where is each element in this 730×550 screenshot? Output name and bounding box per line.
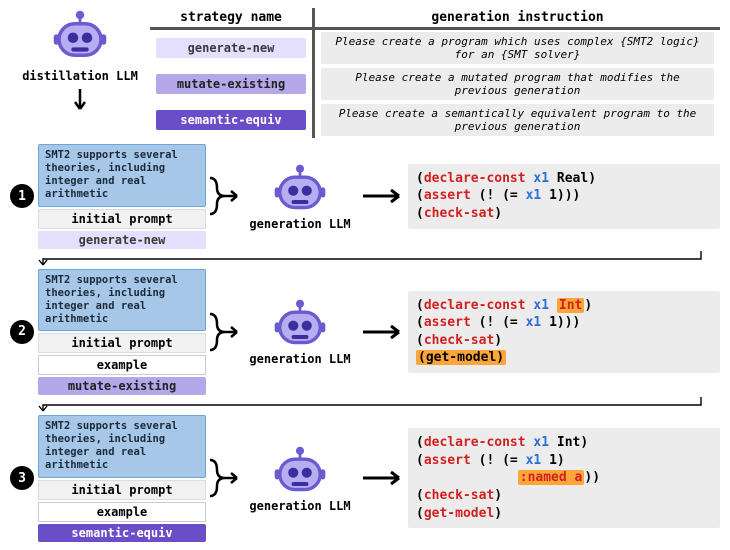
- chip-semantic-equiv: semantic-equiv: [156, 110, 306, 130]
- prompt-blurb: SMT2 supports several theories, includin…: [38, 269, 206, 332]
- strategy-chip: generate-new: [38, 231, 206, 249]
- instruction-text: Please create a program which uses compl…: [321, 32, 714, 64]
- bracket-arrow-icon: [206, 176, 242, 216]
- prompt-card: SMT2 supports several theories, includin…: [38, 144, 206, 249]
- table-row: generate-new Please create a program whi…: [150, 29, 720, 67]
- stage-row: 3SMT2 supports several theories, includi…: [10, 415, 720, 542]
- chip-generate-new: generate-new: [156, 38, 306, 58]
- stage-number: 3: [10, 466, 34, 490]
- generation-llm-block: generation LLM: [242, 444, 358, 513]
- chip-mutate-existing: mutate-existing: [156, 74, 306, 94]
- code-output: (declare-const x1 Int) (assert (! (= x1 …: [408, 291, 720, 373]
- distillation-block: distillation LLM: [10, 8, 150, 120]
- feedback-arrow-icon: [37, 397, 710, 409]
- stage-row: 1SMT2 supports several theories, includi…: [10, 144, 720, 249]
- arrow-right-icon: [358, 322, 408, 342]
- col-header-strategy: strategy name: [150, 8, 314, 29]
- prompt-blurb: SMT2 supports several theories, includin…: [38, 144, 206, 207]
- strategy-chip: semantic-equiv: [38, 524, 206, 542]
- generation-llm-label: generation LLM: [242, 217, 358, 231]
- generation-llm-block: generation LLM: [242, 162, 358, 231]
- stage-number: 2: [10, 320, 34, 344]
- header-row: distillation LLM strategy name generatio…: [10, 8, 720, 138]
- down-arrow-icon: [10, 87, 150, 116]
- arrow-right-icon: [358, 186, 408, 206]
- prompt-card: SMT2 supports several theories, includin…: [38, 269, 206, 396]
- strategy-chip: mutate-existing: [38, 377, 206, 395]
- initial-prompt-label: initial prompt: [38, 333, 206, 353]
- strategy-table: strategy name generation instruction gen…: [150, 8, 720, 138]
- code-output: (declare-const x1 Int) (assert (! (= x1 …: [408, 428, 720, 528]
- generation-llm-label: generation LLM: [242, 352, 358, 366]
- prompt-blurb: SMT2 supports several theories, includin…: [38, 415, 206, 478]
- instruction-text: Please create a mutated program that mod…: [321, 68, 714, 100]
- example-label: example: [38, 502, 206, 522]
- feedback-arrow-icon: [37, 251, 710, 263]
- generation-llm-block: generation LLM: [242, 297, 358, 366]
- bracket-arrow-icon: [206, 312, 242, 352]
- code-output: (declare-const x1 Real) (assert (! (= x1…: [408, 164, 720, 229]
- example-label: example: [38, 355, 206, 375]
- table-row: mutate-existing Please create a mutated …: [150, 66, 720, 102]
- distillation-label: distillation LLM: [10, 69, 150, 83]
- stage-number: 1: [10, 184, 34, 208]
- arrow-right-icon: [358, 468, 408, 488]
- robot-icon: [52, 53, 108, 67]
- stage-row: 2SMT2 supports several theories, includi…: [10, 269, 720, 396]
- table-row: semantic-equiv Please create a semantica…: [150, 102, 720, 138]
- initial-prompt-label: initial prompt: [38, 209, 206, 229]
- instruction-text: Please create a semantically equivalent …: [321, 104, 714, 136]
- prompt-card: SMT2 supports several theories, includin…: [38, 415, 206, 542]
- bracket-arrow-icon: [206, 458, 242, 498]
- initial-prompt-label: initial prompt: [38, 480, 206, 500]
- col-header-instruction: generation instruction: [314, 8, 721, 29]
- generation-llm-label: generation LLM: [242, 499, 358, 513]
